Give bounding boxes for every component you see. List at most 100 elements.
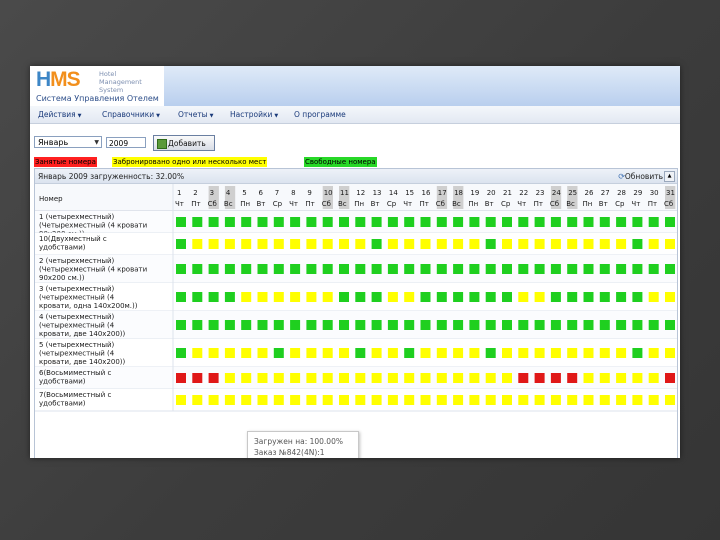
day-status-cell[interactable] (404, 348, 415, 358)
day-status-cell[interactable] (273, 395, 284, 405)
day-status-cell[interactable] (567, 320, 578, 330)
day-status-cell[interactable] (648, 320, 659, 330)
day-status-cell[interactable] (648, 239, 659, 249)
day-status-cell[interactable] (665, 320, 675, 330)
day-status-cell[interactable] (322, 348, 333, 358)
day-status-cell[interactable] (355, 320, 366, 330)
day-status-cell[interactable] (224, 217, 235, 227)
day-status-cell[interactable] (241, 264, 252, 274)
scroll-up-icon[interactable]: ▲ (664, 171, 675, 182)
day-status-cell[interactable] (583, 239, 594, 249)
day-status-cell[interactable] (420, 320, 431, 330)
day-status-cell[interactable] (550, 320, 561, 330)
day-status-cell[interactable] (371, 395, 382, 405)
day-status-cell[interactable] (306, 348, 317, 358)
day-status-cell[interactable] (273, 320, 284, 330)
day-status-cell[interactable] (616, 292, 627, 302)
day-status-cell[interactable] (583, 292, 594, 302)
day-status-cell[interactable] (518, 264, 529, 274)
day-status-cell[interactable] (387, 320, 398, 330)
day-status-cell[interactable] (485, 320, 496, 330)
day-status-cell[interactable] (192, 320, 203, 330)
day-status-cell[interactable] (632, 292, 643, 302)
day-status-cell[interactable] (208, 320, 219, 330)
day-status-cell[interactable] (534, 348, 545, 358)
day-status-cell[interactable] (583, 320, 594, 330)
menu-directories[interactable]: Справочники ▼ (102, 110, 160, 119)
day-status-cell[interactable] (420, 395, 431, 405)
day-status-cell[interactable] (436, 373, 447, 383)
day-status-cell[interactable] (616, 264, 627, 274)
day-status-cell[interactable] (550, 217, 561, 227)
day-status-cell[interactable] (404, 395, 415, 405)
day-status-cell[interactable] (616, 373, 627, 383)
day-status-cell[interactable] (550, 373, 561, 383)
day-status-cell[interactable] (224, 395, 235, 405)
day-status-cell[interactable] (648, 292, 659, 302)
day-status-cell[interactable] (241, 217, 252, 227)
menu-about[interactable]: О программе (294, 110, 346, 119)
day-status-cell[interactable] (192, 239, 203, 249)
day-status-cell[interactable] (518, 239, 529, 249)
day-status-cell[interactable] (290, 239, 301, 249)
day-status-cell[interactable] (436, 292, 447, 302)
day-status-cell[interactable] (192, 217, 203, 227)
day-status-cell[interactable] (290, 373, 301, 383)
day-status-cell[interactable] (257, 373, 268, 383)
day-status-cell[interactable] (648, 395, 659, 405)
day-status-cell[interactable] (436, 395, 447, 405)
day-status-cell[interactable] (420, 239, 431, 249)
day-status-cell[interactable] (224, 292, 235, 302)
day-status-cell[interactable] (469, 264, 480, 274)
day-status-cell[interactable] (485, 292, 496, 302)
day-status-cell[interactable] (632, 395, 643, 405)
day-status-cell[interactable] (322, 373, 333, 383)
day-status-cell[interactable] (485, 348, 496, 358)
day-status-cell[interactable] (387, 264, 398, 274)
day-status-cell[interactable] (502, 348, 512, 358)
day-status-cell[interactable] (273, 264, 284, 274)
day-status-cell[interactable] (453, 348, 464, 358)
day-status-cell[interactable] (485, 395, 496, 405)
day-status-cell[interactable] (567, 395, 578, 405)
day-status-cell[interactable] (550, 395, 561, 405)
day-status-cell[interactable] (583, 217, 594, 227)
day-status-cell[interactable] (518, 320, 529, 330)
day-status-cell[interactable] (583, 395, 594, 405)
day-status-cell[interactable] (224, 373, 235, 383)
day-status-cell[interactable] (176, 292, 186, 302)
day-status-cell[interactable] (469, 217, 480, 227)
day-status-cell[interactable] (567, 373, 578, 383)
day-status-cell[interactable] (192, 264, 203, 274)
day-status-cell[interactable] (273, 239, 284, 249)
day-status-cell[interactable] (616, 239, 627, 249)
day-status-cell[interactable] (420, 264, 431, 274)
day-status-cell[interactable] (453, 395, 464, 405)
day-status-cell[interactable] (436, 264, 447, 274)
day-status-cell[interactable] (176, 348, 186, 358)
day-status-cell[interactable] (567, 239, 578, 249)
day-status-cell[interactable] (355, 239, 366, 249)
day-status-cell[interactable] (290, 264, 301, 274)
day-status-cell[interactable] (404, 264, 415, 274)
day-status-cell[interactable] (290, 292, 301, 302)
day-status-cell[interactable] (176, 395, 186, 405)
year-input[interactable]: 2009 (106, 137, 146, 148)
day-status-cell[interactable] (502, 264, 512, 274)
day-status-cell[interactable] (665, 373, 675, 383)
day-status-cell[interactable] (192, 292, 203, 302)
day-status-cell[interactable] (534, 320, 545, 330)
day-status-cell[interactable] (648, 264, 659, 274)
day-status-cell[interactable] (371, 217, 382, 227)
day-status-cell[interactable] (616, 217, 627, 227)
day-status-cell[interactable] (241, 320, 252, 330)
day-status-cell[interactable] (485, 373, 496, 383)
day-status-cell[interactable] (518, 348, 529, 358)
day-status-cell[interactable] (583, 373, 594, 383)
day-status-cell[interactable] (599, 373, 610, 383)
day-status-cell[interactable] (257, 217, 268, 227)
day-status-cell[interactable] (322, 217, 333, 227)
day-status-cell[interactable] (534, 239, 545, 249)
day-status-cell[interactable] (290, 217, 301, 227)
day-status-cell[interactable] (306, 320, 317, 330)
